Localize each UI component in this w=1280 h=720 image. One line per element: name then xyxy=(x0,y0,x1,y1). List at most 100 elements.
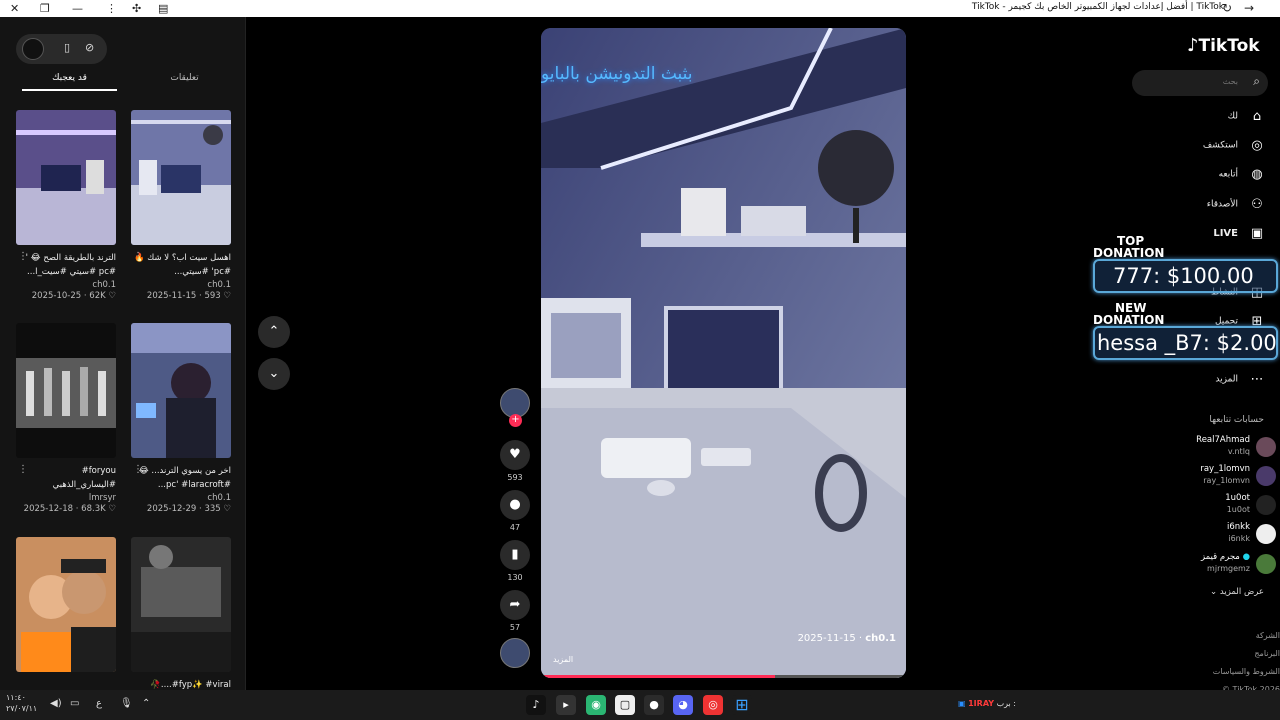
video-card[interactable]: fyp✨ #viral#....🥀 xyxy=(131,537,231,690)
extension-icon[interactable]: ✣ xyxy=(132,2,141,15)
streamlabs-app-icon[interactable]: ▢ xyxy=(615,695,635,715)
heart-icon[interactable]: ♥ xyxy=(500,440,530,470)
following-account[interactable]: i6nkk i6nkk xyxy=(1158,522,1278,548)
chevron-down-icon: ⌄ xyxy=(268,366,280,381)
share-action[interactable]: ➦ 57 xyxy=(498,590,532,632)
following-account[interactable]: ray_1lomvn ray_1lomvn xyxy=(1158,464,1278,490)
follow-plus-icon[interactable]: + xyxy=(509,414,522,427)
video-more-link[interactable]: المزيد xyxy=(553,655,573,664)
footer-link-terms[interactable]: الشروط والسياسات xyxy=(1140,663,1280,681)
tab-you-may-like[interactable]: قد يعجبك xyxy=(22,73,117,91)
search-input[interactable]: بحث ⌕ xyxy=(1132,70,1268,96)
video-likes: 593 xyxy=(204,291,221,301)
language-indicator-icon[interactable]: ع xyxy=(96,698,102,709)
new-donation-value: hessa _B7: $2.00 xyxy=(1093,326,1278,360)
video-thumbnail[interactable] xyxy=(16,110,116,245)
sidepanel-icon[interactable]: ▤ xyxy=(158,2,168,15)
sidebar-item-following[interactable]: ◍أتابعه xyxy=(1219,167,1266,187)
video-player[interactable]: بثبث التدونيشن بالبايو 2025-11-15 · ch0.… xyxy=(541,28,906,678)
top-donation-value: 777: $100.00 xyxy=(1093,259,1278,293)
taskbar-clock[interactable]: ١١:٤٠ ٢٧/٠٧/١١ xyxy=(6,692,37,714)
show-more-button[interactable]: عرض المزيد ⌄ xyxy=(1210,587,1264,597)
music-disc-avatar[interactable] xyxy=(500,638,530,668)
ticker-user: 1IRAY xyxy=(968,699,995,708)
obs-app-icon[interactable]: ● xyxy=(644,695,664,715)
compass-small-icon[interactable]: ⊘ xyxy=(85,41,94,54)
video-author[interactable]: ch0.1 xyxy=(131,280,231,290)
bookmark-icon[interactable]: ▮ xyxy=(500,540,530,570)
footer-link-company[interactable]: الشركة xyxy=(1140,627,1280,645)
menu-dots-icon[interactable]: ⋮ xyxy=(106,2,117,15)
avatar xyxy=(1256,495,1276,515)
comment-action[interactable]: ● 47 xyxy=(498,490,532,532)
following-account[interactable]: 1u0ot 1u0ot xyxy=(1158,493,1278,519)
share-icon[interactable]: ➦ xyxy=(500,590,530,620)
microphone-icon[interactable]: 🎙 xyxy=(120,698,133,709)
following-account[interactable]: مجرم قيمز ● mjrmgemz xyxy=(1158,552,1278,578)
footer-link-program[interactable]: البرنامج xyxy=(1140,645,1280,663)
sidebar-item-explore[interactable]: ◎استكشف xyxy=(1203,138,1266,158)
like-action[interactable]: ♥ 593 xyxy=(498,440,532,482)
sidebar-item-friends[interactable]: ⚇الأصدقاء xyxy=(1207,197,1266,217)
video-card[interactable]: الترند بالطريقة الصح 😂 ' #pc #سيتي #سيت_… xyxy=(16,110,116,301)
card-menu-icon[interactable]: ⋮ xyxy=(18,251,28,262)
video-thumbnail[interactable] xyxy=(131,537,231,672)
video-card[interactable]: foryou# #اليساري_الذهبي #كشكول lmrsyr 20… xyxy=(16,323,116,514)
tab-comments[interactable]: تعليقات xyxy=(137,73,232,83)
previous-video-button[interactable]: ⌃ xyxy=(258,316,290,348)
save-action[interactable]: ▮ 130 xyxy=(498,540,532,582)
verified-icon: ● xyxy=(1242,552,1250,562)
tray-overflow-icon[interactable]: ⌃ xyxy=(142,698,150,709)
window-title: TikTok | أفضل إعدادات لجهاز الكمبيوتر ال… xyxy=(971,2,1224,12)
network-icon[interactable]: ▭ xyxy=(70,698,79,709)
volume-icon[interactable]: ◀) xyxy=(50,698,62,709)
back-arrow-icon[interactable]: → xyxy=(1244,1,1254,15)
account-username: ray_1lomvn xyxy=(1203,476,1250,485)
video-thumbnail[interactable] xyxy=(131,110,231,245)
video-card[interactable]: اخر من يسوي الترند... 😂 #pc' #laracroft.… xyxy=(131,323,231,514)
card-menu-icon[interactable]: ⋮ xyxy=(18,464,28,475)
video-meta: 2025-11-15 · 593 ♡ xyxy=(146,291,231,301)
video-date: 2025-12-29 xyxy=(146,504,197,514)
card-menu-icon[interactable]: ⋮ xyxy=(133,464,143,475)
search-icon[interactable]: ⌕ xyxy=(1253,74,1260,89)
avatar xyxy=(1256,524,1276,544)
windows-start-icon[interactable]: ⊞ xyxy=(732,695,752,715)
video-author[interactable]: ch0.1 xyxy=(16,280,116,290)
video-progress-bar[interactable] xyxy=(541,675,906,678)
video-thumbnail[interactable] xyxy=(16,537,116,672)
video-author[interactable]: ch0.1 xyxy=(131,493,231,503)
discord-app-icon[interactable]: ◕ xyxy=(673,695,693,715)
video-likes: 62K xyxy=(89,291,106,301)
video-thumbnail[interactable] xyxy=(131,323,231,458)
phone-icon[interactable]: ▯ xyxy=(64,41,70,54)
close-window-icon[interactable]: ✕ xyxy=(10,2,19,15)
video-card[interactable] xyxy=(16,537,116,690)
maximize-window-icon[interactable]: ❐ xyxy=(40,2,50,15)
card-menu-icon[interactable]: ⋮ xyxy=(133,251,143,262)
following-account[interactable]: Real7Ahmad v.ntlq xyxy=(1158,435,1278,461)
sidebar-item-more[interactable]: ⋯المزيد xyxy=(1215,372,1266,392)
video-author[interactable]: ch0.1 xyxy=(865,633,896,644)
comment-icon[interactable]: ● xyxy=(500,490,530,520)
video-actions: + ♥ 593 ● 47 ▮ 130 ➦ 57 xyxy=(498,388,532,668)
video-thumbnail[interactable] xyxy=(16,323,116,458)
minimize-window-icon[interactable]: — xyxy=(72,2,83,15)
tiktok-app-icon[interactable]: ♪ xyxy=(526,695,546,715)
terminal-app-icon[interactable]: ▸ xyxy=(556,695,576,715)
creator-avatar[interactable]: + xyxy=(500,388,530,427)
video-author[interactable]: lmrsyr xyxy=(16,493,116,503)
account-name: مجرم قيمز ● xyxy=(1200,552,1250,562)
chrome-app-icon[interactable]: ◎ xyxy=(703,695,723,715)
following-accounts-header: حسابات تتابعها xyxy=(1209,415,1264,425)
chevron-down-icon: ⌄ xyxy=(1210,587,1218,597)
next-video-button[interactable]: ⌄ xyxy=(258,358,290,390)
video-meta: 2025-12-29 · 335 ♡ xyxy=(146,504,231,514)
reload-icon[interactable]: ↻ xyxy=(1222,1,1232,15)
tiktok-logo[interactable]: ♪TikTok xyxy=(1187,35,1260,56)
chat-app-icon[interactable]: ◉ xyxy=(586,695,606,715)
autoscroll-toggle[interactable] xyxy=(22,38,44,60)
video-card[interactable]: اهسل سيت اب؟ لا شك 🔥 #pc' #سيتي... ch0.1… xyxy=(131,110,231,301)
account-username: mjrmgemz xyxy=(1207,564,1250,573)
sidebar-item-for-you[interactable]: ⌂لك xyxy=(1228,109,1266,129)
